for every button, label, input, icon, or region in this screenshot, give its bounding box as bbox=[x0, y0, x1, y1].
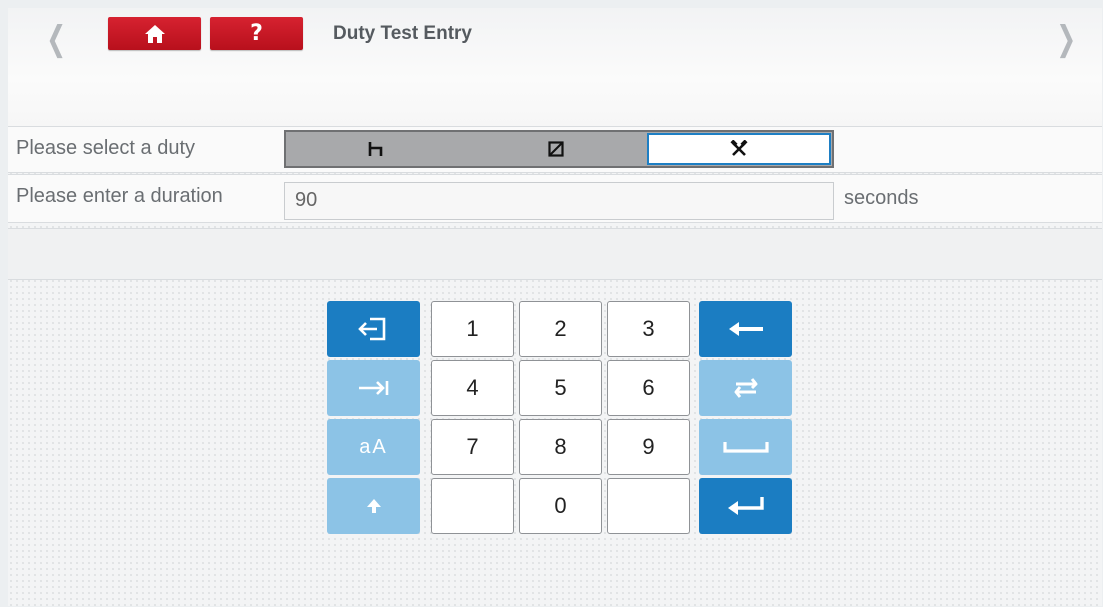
blank-key-left[interactable] bbox=[431, 478, 514, 534]
arrow-up-icon bbox=[366, 499, 381, 513]
digit-key-4[interactable]: 4 bbox=[431, 360, 514, 416]
arrow-left-icon bbox=[728, 322, 763, 336]
digit-key-5[interactable]: 5 bbox=[519, 360, 602, 416]
blank-key-right[interactable] bbox=[607, 478, 690, 534]
digit-key-6[interactable]: 6 bbox=[607, 360, 690, 416]
rest-icon bbox=[368, 142, 383, 156]
duration-label: Please enter a duration bbox=[16, 185, 223, 207]
page-title: Duty Test Entry bbox=[333, 23, 473, 44]
help-button[interactable]: ? bbox=[210, 17, 303, 50]
shift-key[interactable] bbox=[327, 478, 420, 534]
digit-key-2[interactable]: 2 bbox=[519, 301, 602, 357]
duration-row: Please enter a duration 90 seconds bbox=[8, 174, 1102, 223]
swap-icon bbox=[734, 378, 757, 398]
space-key[interactable] bbox=[699, 419, 792, 475]
digit-key-7[interactable]: 7 bbox=[431, 419, 514, 475]
case-toggle-key[interactable]: aA bbox=[327, 419, 420, 475]
header-bar: ❮ ? Duty Test Entry ❯ bbox=[8, 8, 1102, 126]
enter-icon bbox=[727, 497, 764, 515]
duty-option-work[interactable] bbox=[647, 133, 831, 165]
tab-key[interactable] bbox=[327, 360, 420, 416]
duty-label: Please select a duty bbox=[16, 137, 195, 159]
exit-keyboard-key[interactable] bbox=[327, 301, 420, 357]
duty-option-availability[interactable] bbox=[466, 132, 646, 166]
digit-key-9[interactable]: 9 bbox=[607, 419, 690, 475]
duration-unit: seconds bbox=[844, 187, 919, 209]
previous-arrow-icon[interactable]: ❮ bbox=[46, 22, 66, 56]
work-icon bbox=[730, 140, 748, 156]
app-frame: ❮ ? Duty Test Entry ❯ Please select a du… bbox=[8, 8, 1102, 606]
next-arrow-icon[interactable]: ❯ bbox=[1056, 22, 1076, 56]
digit-key-3[interactable]: 3 bbox=[607, 301, 690, 357]
digit-key-8[interactable]: 8 bbox=[519, 419, 602, 475]
home-button[interactable] bbox=[108, 17, 201, 50]
duty-selector[interactable] bbox=[284, 130, 834, 168]
space-icon bbox=[722, 442, 769, 453]
duty-option-rest[interactable] bbox=[286, 132, 466, 166]
help-label: ? bbox=[250, 21, 263, 46]
exit-icon bbox=[357, 317, 385, 341]
availability-icon bbox=[548, 141, 564, 157]
backspace-key[interactable] bbox=[699, 301, 792, 357]
home-icon bbox=[144, 24, 165, 43]
enter-key[interactable] bbox=[699, 478, 792, 534]
swap-key[interactable] bbox=[699, 360, 792, 416]
digit-key-0[interactable]: 0 bbox=[519, 478, 602, 534]
separator-bar bbox=[8, 228, 1102, 280]
tab-icon bbox=[358, 381, 388, 395]
duty-row: Please select a duty bbox=[8, 126, 1102, 173]
duration-input[interactable]: 90 bbox=[284, 182, 834, 220]
digit-key-1[interactable]: 1 bbox=[431, 301, 514, 357]
